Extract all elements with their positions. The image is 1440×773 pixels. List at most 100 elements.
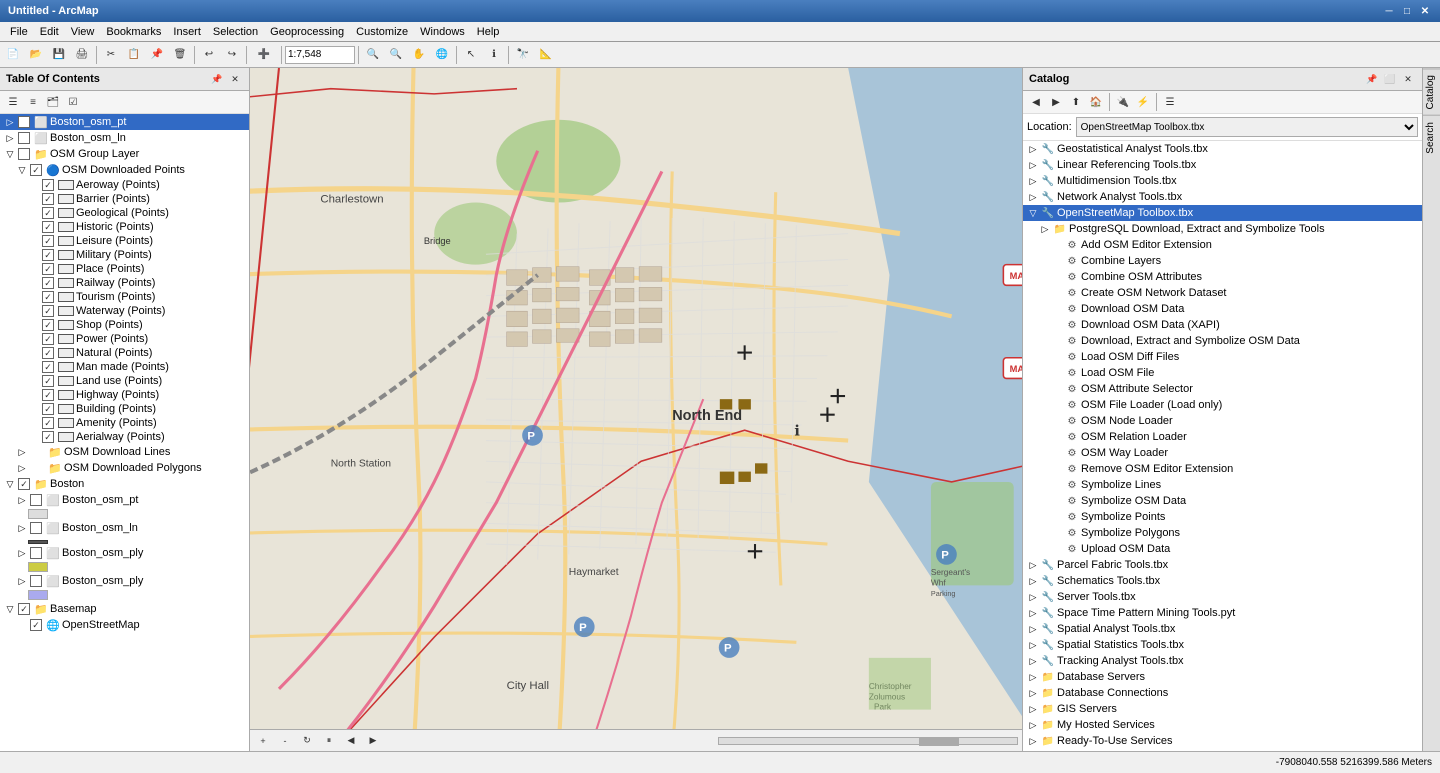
layer-boston-osm-ln[interactable]: ▷ ⬜ Boston_osm_ln [0, 130, 249, 146]
layer-visibility-checkbox[interactable] [42, 347, 54, 359]
catalog-item-symbolize-lines[interactable]: ⚙ Symbolize Lines [1023, 477, 1422, 493]
new-button[interactable]: 📄 [2, 44, 24, 66]
menu-selection[interactable]: Selection [207, 24, 264, 40]
catalog-item-db-connections[interactable]: ▷ 📁 Database Connections [1023, 685, 1422, 701]
catalog-item-osm-toolbox[interactable]: ▽ 🔧 OpenStreetMap Toolbox.tbx [1023, 205, 1422, 221]
menu-help[interactable]: Help [471, 24, 506, 40]
layer-osm-download-lines[interactable]: ▷ 📁 OSM Download Lines [0, 444, 249, 460]
menu-customize[interactable]: Customize [350, 24, 414, 40]
layer-visibility-checkbox[interactable] [42, 207, 54, 219]
catalog-item-download-extract[interactable]: ⚙ Download, Extract and Symbolize OSM Da… [1023, 333, 1422, 349]
print-button[interactable]: 🖨 [71, 44, 93, 66]
expand-icon[interactable]: ▷ [1027, 591, 1039, 603]
catalog-item-parcel-fabric[interactable]: ▷ 🔧 Parcel Fabric Tools.tbx [1023, 557, 1422, 573]
add-data-button[interactable]: ➕ [250, 44, 278, 66]
catalog-float-button[interactable]: ⬜ [1382, 71, 1398, 87]
expand-icon[interactable]: ▷ [1027, 623, 1039, 635]
zoom-level-input[interactable]: 1:7,548 [285, 46, 355, 64]
close-button[interactable]: ✕ [1418, 4, 1432, 18]
layer-tourism-points[interactable]: Tourism (Points) [0, 290, 249, 304]
layer-geological-points[interactable]: Geological (Points) [0, 206, 249, 220]
expand-icon[interactable]: ▷ [16, 462, 28, 474]
catalog-item-symbolize-osm-data[interactable]: ⚙ Symbolize OSM Data [1023, 493, 1422, 509]
catalog-item-schematics[interactable]: ▷ 🔧 Schematics Tools.tbx [1023, 573, 1422, 589]
expand-icon[interactable]: ▷ [1027, 607, 1039, 619]
layer-landuse-points[interactable]: Land use (Points) [0, 374, 249, 388]
copy-button[interactable]: 📋 [123, 44, 145, 66]
layer-visibility-checkbox[interactable] [30, 547, 42, 559]
layer-barrier-points[interactable]: Barrier (Points) [0, 192, 249, 206]
search-tab[interactable]: Search [1423, 115, 1440, 160]
find-button[interactable]: 🔭 [512, 44, 534, 66]
layer-visibility-checkbox[interactable] [30, 575, 42, 587]
catalog-item-combine-osm-attr[interactable]: ⚙ Combine OSM Attributes [1023, 269, 1422, 285]
layer-basemap-group[interactable]: ▽ 📁 Basemap [0, 601, 249, 617]
layer-visibility-checkbox[interactable] [18, 132, 30, 144]
catalog-item-load-diff[interactable]: ⚙ Load OSM Diff Files [1023, 349, 1422, 365]
layer-boston-osm-ply2[interactable]: ▷ ⬜ Boston_osm_ply [0, 573, 249, 589]
zoom-in-button[interactable]: 🔍 [362, 44, 384, 66]
layer-visibility-checkbox[interactable] [18, 603, 30, 615]
catalog-item-download-osm-xapi[interactable]: ⚙ Download OSM Data (XAPI) [1023, 317, 1422, 333]
catalog-pin-button[interactable]: 📌 [1364, 71, 1380, 87]
layer-visibility-checkbox[interactable] [42, 221, 54, 233]
expand-icon[interactable]: ▷ [4, 132, 16, 144]
map-scroll-bar[interactable] [718, 737, 1018, 745]
layer-osm-downloaded-points[interactable]: ▽ 🔵 OSM Downloaded Points [0, 162, 249, 178]
catalog-item-networkanalyst[interactable]: ▷ 🔧 Network Analyst Tools.tbx [1023, 189, 1422, 205]
layer-visibility-checkbox[interactable] [18, 478, 30, 490]
catalog-item-ready-to-use[interactable]: ▷ 📁 Ready-To-Use Services [1023, 733, 1422, 749]
expand-icon[interactable]: ▷ [1027, 719, 1039, 731]
layer-visibility-checkbox[interactable] [42, 431, 54, 443]
layer-manmade-points[interactable]: Man made (Points) [0, 360, 249, 374]
expand-icon[interactable]: ▷ [16, 522, 28, 534]
menu-view[interactable]: View [65, 24, 101, 40]
catalog-item-gis-servers[interactable]: ▷ 📁 GIS Servers [1023, 701, 1422, 717]
cut-button[interactable]: ✂ [100, 44, 122, 66]
toc-list-view[interactable]: ☰ [4, 93, 22, 111]
expand-icon[interactable]: ▽ [1027, 207, 1039, 219]
catalog-item-combine-layers[interactable]: ⚙ Combine Layers [1023, 253, 1422, 269]
layer-visibility-checkbox[interactable] [42, 333, 54, 345]
layer-visibility-checkbox[interactable] [42, 361, 54, 373]
catalog-item-osm-node-loader[interactable]: ⚙ OSM Node Loader [1023, 413, 1422, 429]
catalog-item-my-hosted[interactable]: ▷ 📁 My Hosted Services [1023, 717, 1422, 733]
expand-icon[interactable]: ▽ [4, 148, 16, 160]
expand-icon[interactable]: ▷ [1027, 175, 1039, 187]
toc-close-button[interactable]: ✕ [227, 71, 243, 87]
catalog-item-create-osm-network[interactable]: ⚙ Create OSM Network Dataset [1023, 285, 1422, 301]
layer-visibility-checkbox[interactable] [30, 164, 42, 176]
catalog-item-load-file[interactable]: ⚙ Load OSM File [1023, 365, 1422, 381]
layer-visibility-checkbox[interactable] [42, 305, 54, 317]
catalog-close-button[interactable]: ✕ [1400, 71, 1416, 87]
catalog-back-button[interactable]: ◀ [1027, 93, 1045, 111]
layer-boston-osm-pt2[interactable]: ▷ ⬜ Boston_osm_pt [0, 492, 249, 508]
layer-boston-osm-pt[interactable]: ▷ ⬜ Boston_osm_pt [0, 114, 249, 130]
toc-drawing-order[interactable]: ≡ [24, 93, 42, 111]
expand-icon[interactable]: ▷ [16, 446, 28, 458]
layer-military-points[interactable]: Military (Points) [0, 248, 249, 262]
layer-railway-points[interactable]: Railway (Points) [0, 276, 249, 290]
layer-waterway-points[interactable]: Waterway (Points) [0, 304, 249, 318]
menu-bookmarks[interactable]: Bookmarks [100, 24, 167, 40]
layer-visibility-checkbox[interactable] [42, 403, 54, 415]
layer-aerialway-points[interactable]: Aerialway (Points) [0, 430, 249, 444]
layer-visibility-checkbox[interactable] [30, 494, 42, 506]
layer-visibility-checkbox[interactable] [18, 116, 30, 128]
menu-insert[interactable]: Insert [167, 24, 207, 40]
toc-source-view[interactable]: 🗂 [44, 93, 62, 111]
undo-button[interactable]: ↩ [198, 44, 220, 66]
catalog-item-geostatistical[interactable]: ▷ 🔧 Geostatistical Analyst Tools.tbx [1023, 141, 1422, 157]
menu-windows[interactable]: Windows [414, 24, 471, 40]
catalog-up-button[interactable]: ⬆ [1067, 93, 1085, 111]
catalog-item-osm-way-loader[interactable]: ⚙ OSM Way Loader [1023, 445, 1422, 461]
catalog-item-postgresql[interactable]: ▷ 📁 PostgreSQL Download, Extract and Sym… [1023, 221, 1422, 237]
layer-visibility-checkbox[interactable] [42, 235, 54, 247]
layer-osm-downloaded-polygons[interactable]: ▷ 📁 OSM Downloaded Polygons [0, 460, 249, 476]
catalog-item-linearref[interactable]: ▷ 🔧 Linear Referencing Tools.tbx [1023, 157, 1422, 173]
layer-visibility-checkbox[interactable] [30, 522, 42, 534]
expand-icon[interactable]: ▽ [16, 164, 28, 176]
expand-icon[interactable]: ▷ [16, 547, 28, 559]
layer-historic-points[interactable]: Historic (Points) [0, 220, 249, 234]
layer-highway-points[interactable]: Highway (Points) [0, 388, 249, 402]
